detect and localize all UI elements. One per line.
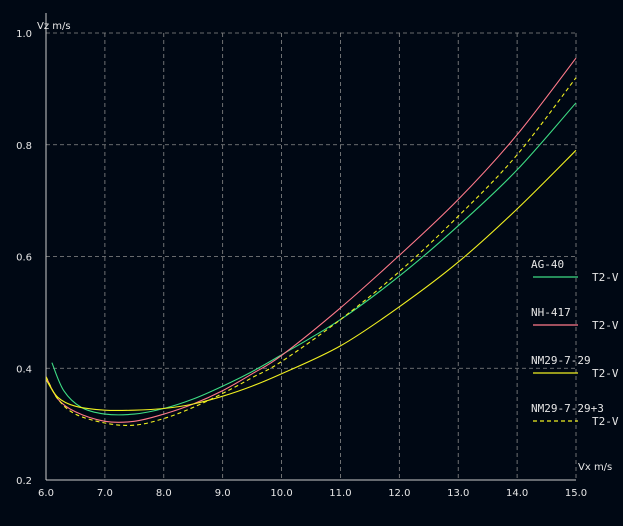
x-tick-label: 13.0 xyxy=(447,488,469,499)
x-tick-label: 12.0 xyxy=(388,488,410,499)
legend-sublabel-nh-417: T2-V xyxy=(592,319,619,332)
y-tick-label: 0.2 xyxy=(16,476,32,487)
y-tick-label: 0.4 xyxy=(16,364,32,375)
chart: 6.0 7.0 8.0 9.0 10.0 11.0 12.0 13.0 14.0 15.0 0.2 0… xyxy=(0,0,623,526)
x-tick-label: 15.0 xyxy=(565,488,587,499)
legend-sublabel-nm29-7-29-3: T2-V xyxy=(592,415,619,428)
legend-label-nm29-7-29: NM29-7-29 xyxy=(531,354,591,367)
legend-sublabel-nm29-7-29: T2-V xyxy=(592,367,619,380)
legend-label-nm29-7-29-3: NM29-7-29+3 xyxy=(531,402,604,415)
y-tick-label: 0.8 xyxy=(16,141,32,152)
x-tick-label: 14.0 xyxy=(506,488,528,499)
y-axis-label: Vz m/s xyxy=(37,21,71,32)
x-tick-label: 8.0 xyxy=(156,488,172,499)
x-tick-label: 7.0 xyxy=(97,488,113,499)
y-tick-label: 1.0 xyxy=(16,29,32,40)
x-tick-label: 11.0 xyxy=(329,488,351,499)
legend-label-nh-417: NH-417 xyxy=(531,306,571,319)
legend-sublabel-ag-40: T2-V xyxy=(592,271,619,284)
x-tick-label: 6.0 xyxy=(38,488,54,499)
x-tick-label: 9.0 xyxy=(215,488,231,499)
legend-label-ag-40: AG-40 xyxy=(531,258,564,271)
y-tick-label: 0.6 xyxy=(16,253,32,264)
chart-background xyxy=(0,0,623,526)
x-tick-label: 10.0 xyxy=(270,488,292,499)
x-axis-label: Vx m/s xyxy=(578,462,612,473)
